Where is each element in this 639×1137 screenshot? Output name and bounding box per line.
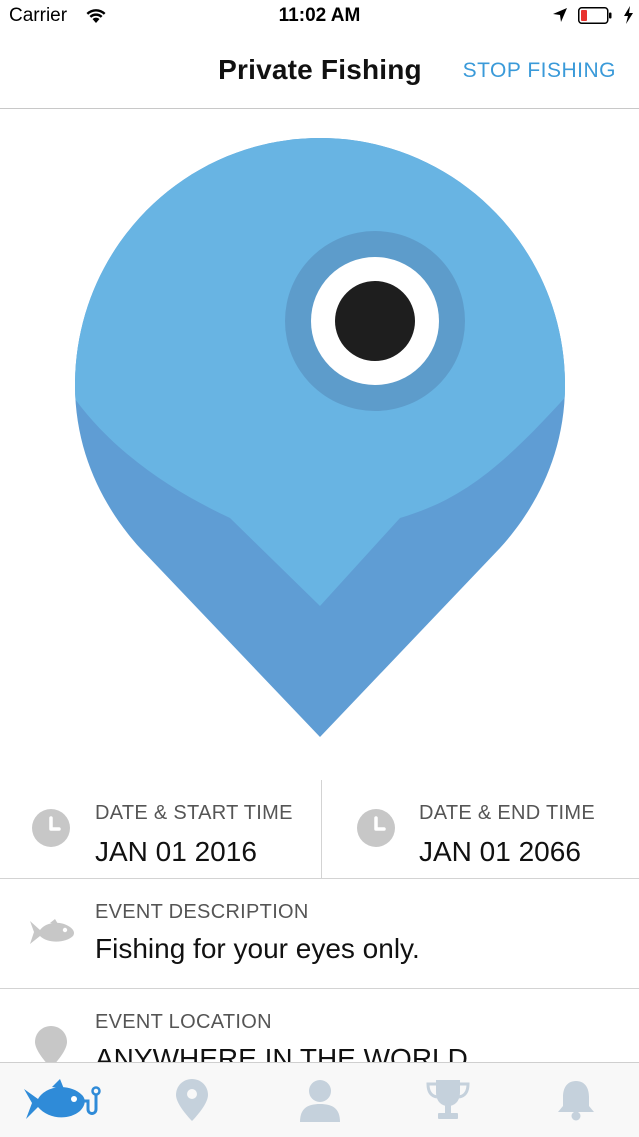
tab-notifications[interactable] <box>512 1063 639 1137</box>
event-description-row[interactable]: EVENT DESCRIPTION Fishing for your eyes … <box>0 879 639 989</box>
clock-icon <box>32 809 70 847</box>
end-time-value: JAN 01 2066 <box>419 836 581 867</box>
bell-icon <box>558 1081 594 1121</box>
start-date-cell[interactable]: DATE & START TIME JAN 01 2016 <box>0 780 322 878</box>
map-pin-icon <box>176 1079 208 1121</box>
navigation-bar: Private Fishing STOP FISHING <box>0 34 639 109</box>
tab-map[interactable] <box>128 1063 256 1137</box>
status-time: 11:02 AM <box>278 5 361 26</box>
tab-bar <box>0 1062 639 1137</box>
start-time-label: DATE & START TIME <box>95 802 293 824</box>
tab-fishing[interactable] <box>0 1063 128 1137</box>
clock-icon <box>357 809 395 847</box>
fish-hook-icon <box>24 1079 101 1119</box>
description-label: EVENT DESCRIPTION <box>95 901 309 923</box>
description-value: Fishing for your eyes only. <box>95 933 420 964</box>
end-date-cell[interactable]: DATE & END TIME JAN 01 2066 <box>322 780 639 878</box>
status-bar: Carrier 11:02 AM <box>0 0 639 34</box>
location-value: ANYWHERE IN THE WORLD <box>95 1043 468 1063</box>
fish-eye-map-pin-icon <box>75 138 565 737</box>
event-location-row[interactable]: EVENT LOCATION ANYWHERE IN THE WORLD <box>0 989 639 1063</box>
map-pin-icon <box>35 1026 67 1063</box>
charging-bolt-icon <box>624 6 633 24</box>
page-title: Private Fishing <box>218 54 422 85</box>
location-arrow-icon <box>553 8 567 22</box>
tab-trophies[interactable] <box>384 1063 512 1137</box>
fish-icon <box>30 919 74 944</box>
battery-low-icon <box>578 7 612 24</box>
event-dates-row: DATE & START TIME JAN 01 2016 DATE & END… <box>0 780 639 879</box>
trophy-icon <box>426 1080 470 1119</box>
location-label: EVENT LOCATION <box>95 1011 272 1033</box>
start-time-value: JAN 01 2016 <box>95 836 257 867</box>
person-icon <box>300 1080 340 1122</box>
end-time-label: DATE & END TIME <box>419 802 596 824</box>
stop-fishing-button[interactable]: STOP FISHING <box>463 59 616 83</box>
tab-profile[interactable] <box>256 1063 384 1137</box>
